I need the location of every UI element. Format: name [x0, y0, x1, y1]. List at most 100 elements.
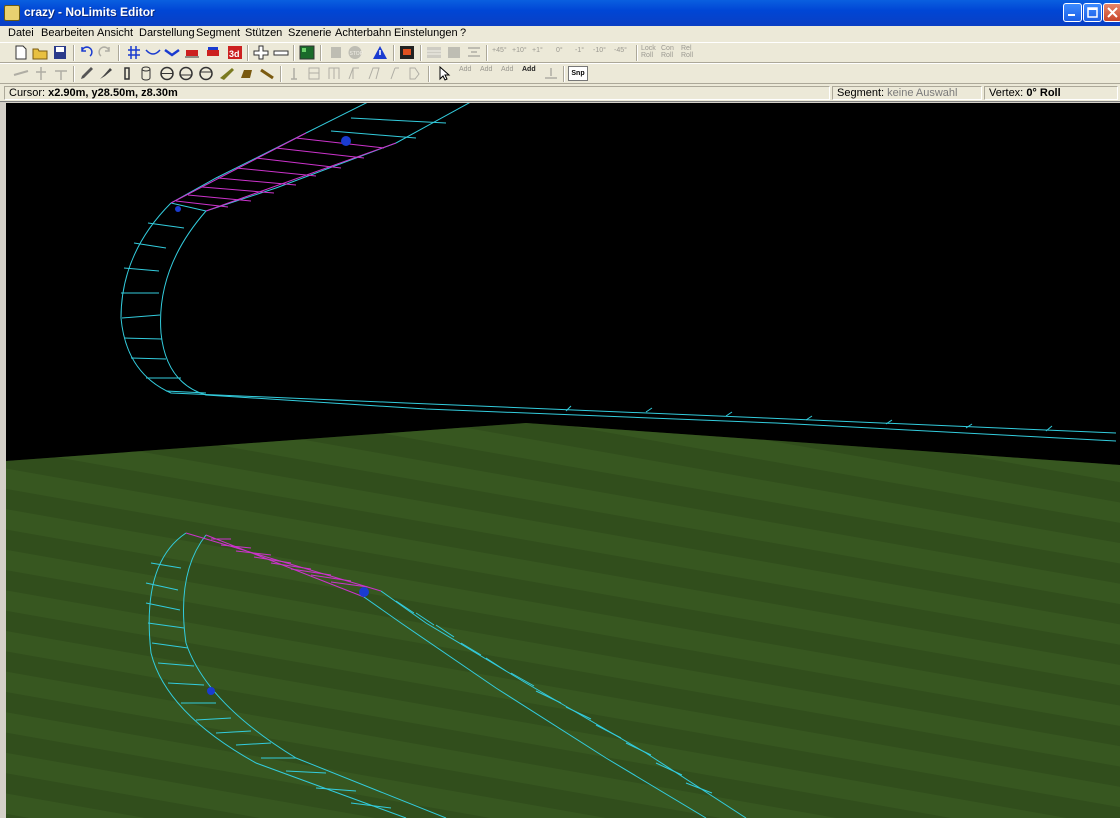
align-icon[interactable] [466, 45, 482, 60]
support-d-icon[interactable] [346, 66, 362, 81]
roll-zero-button[interactable]: 0° [556, 47, 563, 54]
add-node-button-4[interactable]: Add [522, 66, 536, 73]
status-line: Cursor: x2.90m, y28.50m, z8.30m Segment:… [0, 84, 1120, 102]
vertex-label: Vertex: [989, 87, 1024, 99]
app-icon[interactable] [4, 5, 20, 21]
3d-viewport[interactable] [6, 103, 1120, 818]
window-title: crazy - NoLimits Editor [24, 5, 155, 19]
support-g-icon[interactable] [406, 66, 422, 81]
main-toolbar: 3d STOP +45° +10° +1° 0° -1° -10° -45° L… [0, 42, 1120, 63]
curve-icon[interactable] [145, 45, 161, 60]
segment-value: keine Auswahl [887, 87, 958, 99]
paint-icon[interactable] [219, 66, 235, 81]
control-point[interactable] [207, 687, 215, 695]
terrain-icon[interactable] [299, 45, 315, 60]
title-bar: crazy - NoLimits Editor [0, 0, 1120, 26]
save-icon[interactable] [52, 45, 68, 60]
con-roll-button[interactable]: Con Roll [661, 45, 674, 59]
maximize-icon [1087, 7, 1098, 18]
pillar-icon[interactable] [119, 66, 135, 81]
selected-segment-upper[interactable] [170, 132, 397, 212]
square-icon[interactable] [446, 45, 462, 60]
roll-minus1-button[interactable]: -1° [575, 47, 584, 54]
stop-icon[interactable]: STOP [347, 45, 363, 60]
con-roll-line2: Roll [661, 52, 674, 59]
train-blue-icon[interactable] [205, 45, 221, 60]
tool-icon[interactable] [259, 66, 275, 81]
remove-bar-icon[interactable] [273, 45, 289, 60]
cursor-status: Cursor: x2.90m, y28.50m, z8.30m [4, 86, 830, 100]
brush-icon[interactable] [98, 66, 114, 81]
add-node-button-3[interactable]: Add [501, 66, 513, 73]
roll-plus1-button[interactable]: +1° [532, 47, 543, 54]
add-node-button-1[interactable]: Add [459, 66, 471, 73]
add-node-button-2[interactable]: Add [480, 66, 492, 73]
rel-roll-button[interactable]: Rel Roll [681, 45, 693, 59]
segment-status: Segment: keine Auswahl [832, 86, 982, 100]
cylinder-icon[interactable] [138, 66, 154, 81]
support-f-icon[interactable] [386, 66, 402, 81]
support-e-icon[interactable] [366, 66, 382, 81]
wave-icon[interactable] [164, 45, 180, 60]
redo-icon[interactable] [97, 45, 113, 60]
scene-canvas[interactable] [6, 103, 1120, 818]
vertex-status: Vertex: 0° Roll [984, 86, 1118, 100]
support-a-icon[interactable] [286, 66, 302, 81]
ring3-icon[interactable] [198, 66, 214, 81]
control-point[interactable] [359, 587, 369, 597]
add-cross-icon[interactable] [253, 45, 269, 60]
vertex-value: 0° Roll [1026, 87, 1061, 99]
con-roll-line1: Con [661, 45, 674, 52]
rel-roll-line1: Rel [681, 45, 692, 52]
close-button[interactable] [1103, 3, 1120, 22]
pencil-icon[interactable] [79, 66, 95, 81]
grid-icon[interactable] [126, 45, 142, 60]
cursor-value: x2.90m, y28.50m, z8.30m [48, 87, 178, 99]
train-red-icon[interactable] [184, 45, 200, 60]
lock-roll-line2: Roll [641, 52, 654, 59]
3d-view-icon[interactable]: 3d [227, 45, 243, 60]
block-icon[interactable] [328, 45, 344, 60]
menu-bearbeiten[interactable]: Bearbeiten [41, 27, 94, 39]
segment-label: Segment: [837, 87, 885, 99]
control-point[interactable] [175, 206, 181, 212]
support-b-icon[interactable] [306, 66, 322, 81]
ring-icon[interactable] [159, 66, 175, 81]
table-icon[interactable] [426, 45, 442, 60]
menu-datei[interactable]: Datei [8, 27, 34, 39]
menu-ansicht[interactable]: Ansicht [97, 27, 133, 39]
menu-segment[interactable]: Segment [196, 27, 240, 39]
new-file-icon[interactable] [13, 45, 29, 60]
roll-minus45-button[interactable]: -45° [614, 47, 627, 54]
monitor-icon[interactable] [399, 45, 415, 60]
ring2-icon[interactable] [178, 66, 194, 81]
support-c-icon[interactable] [326, 66, 342, 81]
roll-plus10-button[interactable]: +10° [512, 47, 527, 54]
snap-button[interactable]: Snp [568, 66, 588, 81]
roll-minus10-button[interactable]: -10° [593, 47, 606, 54]
lock-roll-button[interactable]: Lock Roll [641, 45, 656, 59]
menu-darstellung[interactable]: Darstellung [139, 27, 195, 39]
support-icon[interactable] [33, 66, 49, 81]
control-point[interactable] [341, 136, 351, 146]
minimize-button[interactable] [1063, 3, 1082, 22]
rel-roll-line2: Roll [681, 52, 694, 59]
close-icon [1107, 7, 1118, 18]
undo-icon[interactable] [78, 45, 94, 60]
menu-help[interactable]: ? [460, 27, 466, 39]
menu-einstelungen[interactable]: Einstelungen [394, 27, 458, 39]
pointer-icon[interactable] [436, 66, 452, 81]
menu-achterbahn[interactable]: Achterbahn [335, 27, 391, 39]
roll-plus45-button[interactable]: +45° [492, 47, 507, 54]
open-folder-icon[interactable] [32, 45, 48, 60]
svg-text:3d: 3d [229, 49, 240, 59]
warning-icon[interactable] [372, 45, 388, 60]
menu-stuetzen[interactable]: Stützen [245, 27, 282, 39]
menu-szenerie[interactable]: Szenerie [288, 27, 331, 39]
rail-icon[interactable] [13, 66, 29, 81]
maximize-button[interactable] [1083, 3, 1102, 22]
support-t-icon[interactable] [53, 66, 69, 81]
upper-track[interactable] [120, 103, 1117, 442]
station-icon[interactable] [239, 66, 255, 81]
ground-icon[interactable] [543, 66, 559, 81]
